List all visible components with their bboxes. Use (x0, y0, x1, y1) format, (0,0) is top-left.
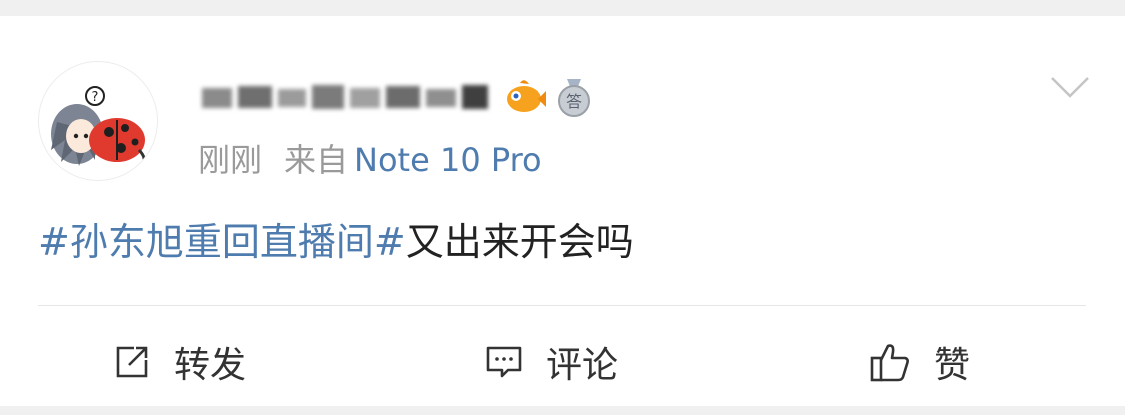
repost-label: 转发 (174, 345, 247, 386)
device-link[interactable]: Note 10 Pro (354, 141, 542, 179)
chevron-down-icon[interactable] (1050, 74, 1090, 100)
post-content: #孙东旭重回直播间#又出来开会吗 (38, 216, 634, 268)
svg-text:?: ? (92, 90, 99, 105)
from-label: 来自 (284, 141, 349, 179)
svg-text:答: 答 (566, 92, 582, 111)
topic-link[interactable]: #孙东旭重回直播间# (38, 220, 406, 264)
post-text: 又出来开会吗 (405, 220, 634, 264)
comment-button[interactable]: 评论 (484, 336, 618, 388)
repost-icon (116, 346, 148, 378)
avatar[interactable]: ? (38, 61, 158, 181)
divider (38, 305, 1086, 306)
thumbs-up-icon (870, 344, 909, 382)
post-card: ? 答 刚刚 来自 Note 10 Pro #孙东旭重回直播间#又出来开会吗 转… (0, 16, 1125, 406)
post-meta: 刚刚 来自 Note 10 Pro (198, 138, 542, 182)
blurred-username[interactable] (196, 80, 492, 114)
like-label: 赞 (934, 345, 971, 386)
post-time: 刚刚 (198, 141, 263, 179)
comment-icon (486, 346, 522, 378)
username-row: 答 (196, 76, 594, 118)
answer-medal-icon[interactable]: 答 (554, 77, 594, 117)
comment-label: 评论 (546, 345, 619, 386)
like-button[interactable]: 赞 (868, 336, 970, 388)
repost-button[interactable]: 转发 (112, 336, 246, 388)
ladybug-avatar-icon: ? (51, 86, 146, 167)
action-bar: 转发 评论 赞 (0, 326, 1125, 396)
fish-badge-icon[interactable] (502, 75, 546, 119)
